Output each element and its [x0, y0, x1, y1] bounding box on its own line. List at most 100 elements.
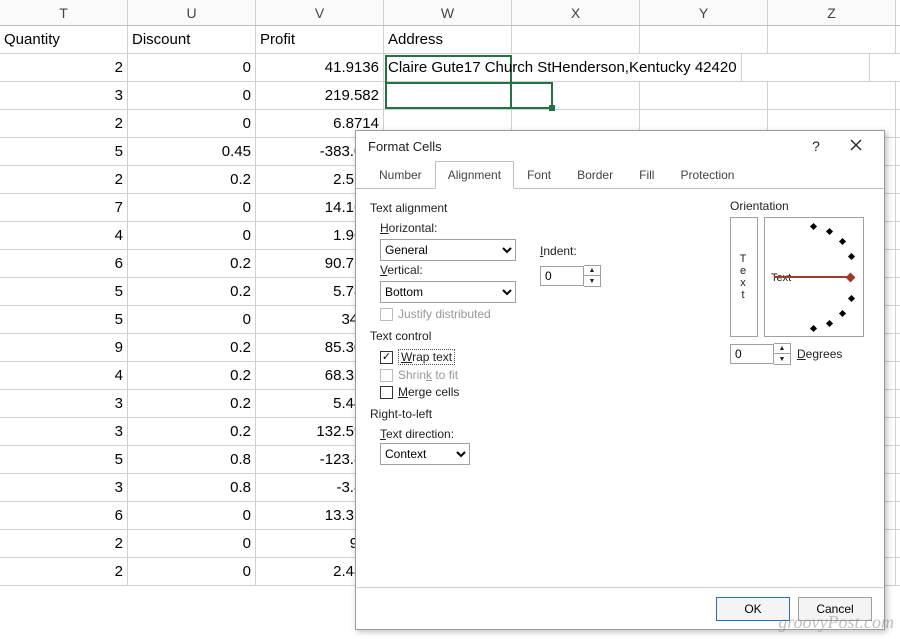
degrees-input[interactable]	[730, 344, 774, 364]
cell[interactable]	[512, 26, 640, 53]
column-header-U[interactable]: U	[128, 0, 256, 25]
cell[interactable]: 5	[0, 306, 128, 333]
cell[interactable]: Profit	[256, 26, 384, 53]
cell[interactable]: Quantity	[0, 26, 128, 53]
cell[interactable]: 0.2	[128, 278, 256, 305]
tab-protection[interactable]: Protection	[667, 161, 747, 188]
cell[interactable]: 41.9136	[256, 54, 384, 81]
cell[interactable]	[640, 82, 768, 109]
cell[interactable]	[768, 82, 896, 109]
indent-up-icon[interactable]: ▲	[584, 266, 600, 276]
cell[interactable]	[384, 82, 512, 109]
orientation-vertical-button[interactable]: Text	[730, 217, 758, 337]
cell[interactable]: 2	[0, 54, 128, 81]
dialog-titlebar[interactable]: Format Cells ?	[356, 131, 884, 161]
cell[interactable]: 2	[0, 110, 128, 137]
column-header-V[interactable]: V	[256, 0, 384, 25]
cell[interactable]: 0	[128, 110, 256, 137]
wrap-text-checkbox[interactable]	[380, 351, 393, 364]
ok-button[interactable]: OK	[716, 597, 790, 621]
cell[interactable]: 0.2	[128, 390, 256, 417]
justify-distributed-checkbox	[380, 308, 393, 321]
cell[interactable]	[870, 54, 900, 81]
dialog-title-text: Format Cells	[368, 139, 442, 154]
cell[interactable]: 219.582	[256, 82, 384, 109]
selection-fill-handle[interactable]	[549, 105, 555, 111]
cell[interactable]	[512, 82, 640, 109]
cell[interactable]: 7	[0, 194, 128, 221]
cell[interactable]: 2	[0, 166, 128, 193]
cell[interactable]: 3	[0, 390, 128, 417]
cancel-button[interactable]: Cancel	[798, 597, 872, 621]
format-cells-dialog: Format Cells ? NumberAlignmentFontBorder…	[355, 130, 885, 630]
cell[interactable]	[768, 26, 896, 53]
indent-down-icon[interactable]: ▼	[584, 276, 600, 286]
tab-border[interactable]: Border	[564, 161, 626, 188]
degrees-label: Degrees	[797, 347, 842, 361]
cell[interactable]: 6	[0, 502, 128, 529]
cell[interactable]: 0	[128, 222, 256, 249]
tab-fill[interactable]: Fill	[626, 161, 667, 188]
cell[interactable]: 0.2	[128, 418, 256, 445]
text-direction-select[interactable]: Context	[380, 443, 470, 465]
vertical-select[interactable]: Bottom	[380, 281, 516, 303]
cell[interactable]: 0.2	[128, 334, 256, 361]
cell[interactable]: 0	[128, 54, 256, 81]
cell[interactable]: 9	[0, 334, 128, 361]
dialog-close-button[interactable]	[836, 138, 876, 154]
cell[interactable]: 3	[0, 474, 128, 501]
indent-input[interactable]	[540, 266, 584, 286]
cell[interactable]	[640, 26, 768, 53]
cell[interactable]: 0	[128, 194, 256, 221]
shrink-to-fit-checkbox	[380, 369, 393, 382]
cell[interactable]: 0	[128, 502, 256, 529]
degrees-down-icon[interactable]: ▼	[774, 354, 790, 364]
indent-label: Indent:	[540, 244, 577, 258]
cell[interactable]: 0	[128, 530, 256, 557]
tab-number[interactable]: Number	[366, 161, 435, 188]
tab-font[interactable]: Font	[514, 161, 564, 188]
cell[interactable]: 0	[128, 306, 256, 333]
cell[interactable]: Address	[384, 26, 512, 53]
cell[interactable]: 0	[128, 558, 256, 585]
degrees-spinner[interactable]: ▲▼	[730, 343, 791, 365]
cell[interactable]	[742, 54, 870, 81]
cell[interactable]: 5	[0, 446, 128, 473]
table-row: 30219.582	[0, 82, 900, 110]
column-header-Y[interactable]: Y	[640, 0, 768, 25]
cell[interactable]: 2	[0, 530, 128, 557]
cell[interactable]: 4	[0, 222, 128, 249]
degrees-up-icon[interactable]: ▲	[774, 344, 790, 354]
cell[interactable]: 0	[128, 82, 256, 109]
horizontal-select[interactable]: General	[380, 239, 516, 261]
merge-cells-checkbox[interactable]	[380, 386, 393, 399]
cell[interactable]: 2	[0, 558, 128, 585]
column-header-row: TUVWXYZ	[0, 0, 900, 26]
indent-spinner[interactable]: ▲▼	[540, 265, 601, 287]
cell[interactable]: 6	[0, 250, 128, 277]
orientation-angle-picker[interactable]: Text	[764, 217, 864, 337]
orientation-label: Orientation	[730, 199, 870, 213]
orientation-line-icon	[774, 276, 849, 278]
dialog-help-button[interactable]: ?	[796, 138, 836, 154]
cell[interactable]: 0.8	[128, 474, 256, 501]
column-header-X[interactable]: X	[512, 0, 640, 25]
cell[interactable]: 0.2	[128, 362, 256, 389]
column-header-Z[interactable]: Z	[768, 0, 896, 25]
cell[interactable]: 0.8	[128, 446, 256, 473]
cell[interactable]: 0.2	[128, 166, 256, 193]
tab-alignment[interactable]: Alignment	[435, 161, 514, 189]
column-header-T[interactable]: T	[0, 0, 128, 25]
cell[interactable]: Claire Gute17 Church StHenderson,Kentuck…	[384, 54, 742, 81]
cell[interactable]: 5	[0, 138, 128, 165]
cell[interactable]: 0.45	[128, 138, 256, 165]
orientation-end-icon	[846, 273, 856, 283]
column-header-W[interactable]: W	[384, 0, 512, 25]
cell[interactable]: 4	[0, 362, 128, 389]
cell[interactable]: 0.2	[128, 250, 256, 277]
orientation-section: Orientation Text Text	[730, 199, 870, 365]
cell[interactable]: 3	[0, 82, 128, 109]
cell[interactable]: 3	[0, 418, 128, 445]
cell[interactable]: Discount	[128, 26, 256, 53]
cell[interactable]: 5	[0, 278, 128, 305]
